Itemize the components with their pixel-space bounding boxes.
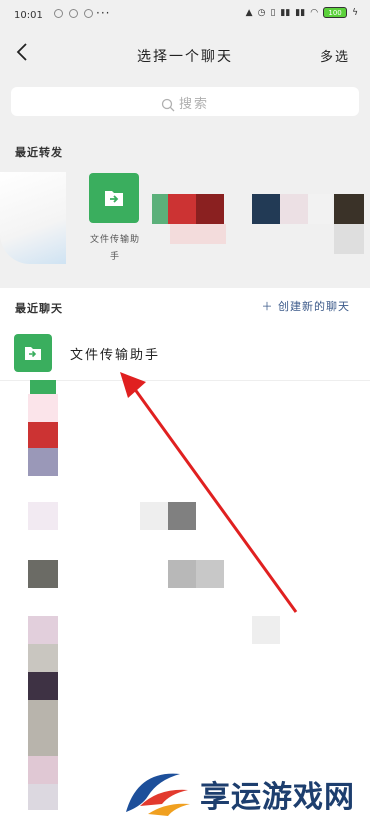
watermark-logo: [126, 773, 190, 816]
watermark: 享运游戏网: [118, 762, 370, 822]
watermark-text: 享运游戏网: [200, 780, 355, 815]
annotation-arrow: [120, 372, 298, 613]
